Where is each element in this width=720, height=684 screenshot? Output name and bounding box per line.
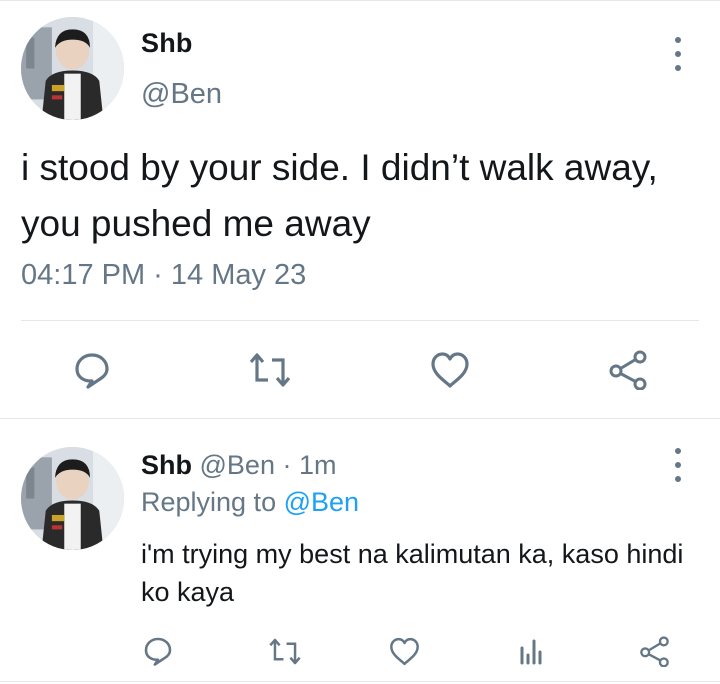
main-tweet: Shb @Ben i stood by your side. I didn’t … [0, 0, 720, 418]
share-icon[interactable] [606, 348, 650, 392]
reply-time[interactable]: 1m [299, 450, 337, 480]
replying-to-line: Replying to @Ben [141, 487, 359, 518]
bottom-border [0, 681, 720, 682]
reply-icon[interactable] [140, 633, 176, 669]
retweet-icon[interactable] [248, 348, 292, 392]
replying-to-label: Replying to [141, 487, 284, 517]
reply-action-bar [0, 633, 720, 669]
divider [21, 320, 699, 321]
reply-display-name[interactable]: Shb [141, 450, 192, 480]
tweet-timestamp[interactable]: 04:17 PM · 14 May 23 [21, 259, 306, 292]
display-name[interactable]: Shb [141, 28, 193, 59]
reply-handle[interactable]: @Ben [200, 450, 275, 480]
reply-avatar[interactable] [21, 447, 124, 550]
share-icon[interactable] [636, 633, 672, 669]
avatar-photo [21, 17, 124, 120]
avatar-photo [21, 447, 124, 550]
reply-more-options-icon[interactable] [668, 448, 688, 482]
more-options-icon[interactable] [668, 37, 688, 71]
reply-separator: · [274, 450, 299, 480]
reply-header: Shb @Ben · 1m [141, 450, 336, 481]
tweet-text: i stood by your side. I didn’t walk away… [21, 147, 658, 244]
user-handle[interactable]: @Ben [141, 78, 222, 111]
section-separator [0, 418, 720, 419]
retweet-icon[interactable] [267, 633, 303, 669]
reply-icon[interactable] [70, 348, 114, 392]
analytics-icon[interactable] [513, 633, 549, 669]
like-icon[interactable] [386, 633, 422, 669]
main-action-bar [0, 348, 720, 392]
like-icon[interactable] [428, 348, 472, 392]
reply-text: i'm trying my best na kalimutan ka, kaso… [141, 539, 684, 607]
avatar[interactable] [21, 17, 124, 120]
replying-to-mention[interactable]: @Ben [284, 487, 359, 517]
